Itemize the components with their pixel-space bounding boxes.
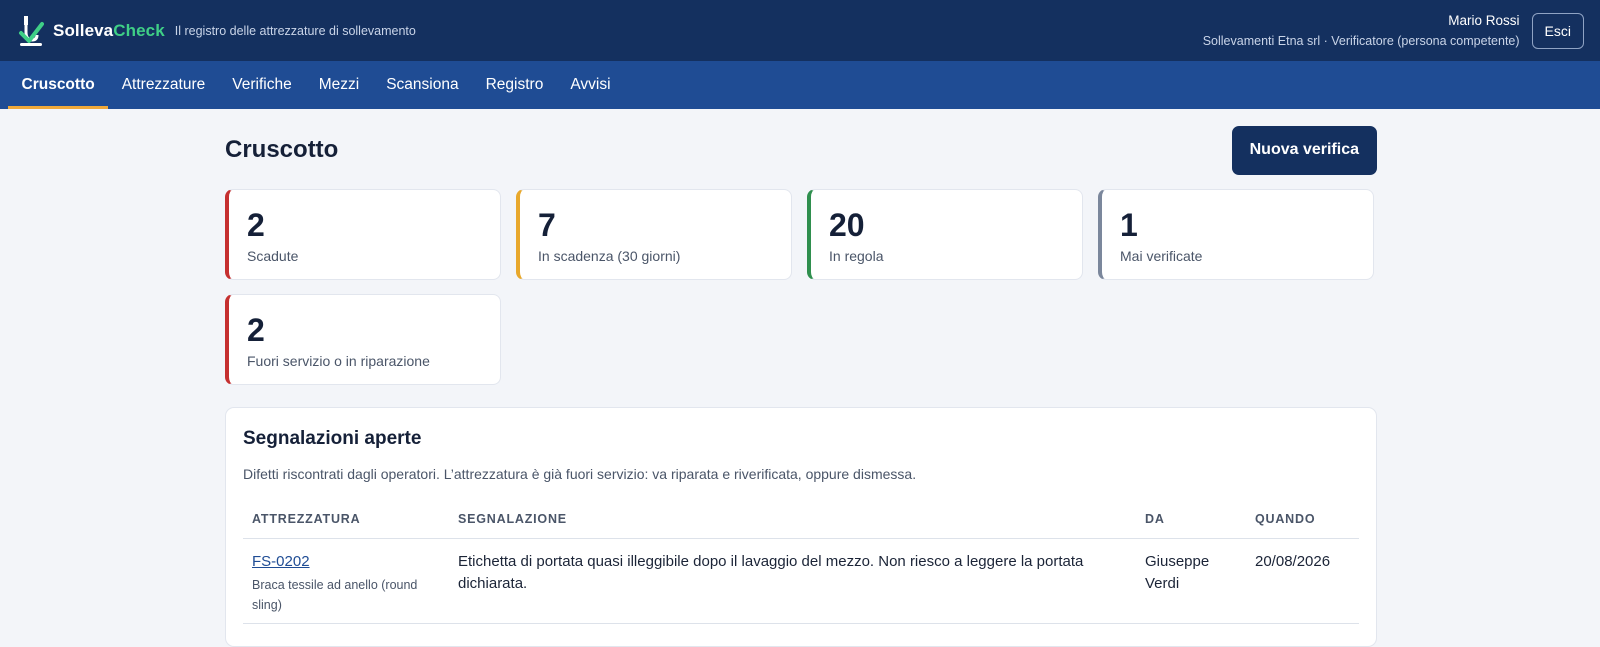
stat-card-out-of-service[interactable]: 2 Fuori servizio o in riparazione xyxy=(225,294,501,385)
equipment-link[interactable]: FS-0202 xyxy=(252,553,310,570)
lifting-hook-check-icon xyxy=(19,15,44,46)
top-bar: SollevaCheck Il registro delle attrezzat… xyxy=(0,0,1600,61)
brand[interactable]: SollevaCheck Il registro delle attrezzat… xyxy=(18,15,416,46)
nav-item-cruscotto[interactable]: Cruscotto xyxy=(8,61,109,109)
page-header: Cruscotto Nuova verifica xyxy=(225,125,1377,175)
nav-item-verifiche[interactable]: Verifiche xyxy=(219,61,305,109)
stat-label: Scadute xyxy=(247,248,299,264)
stat-value: 20 xyxy=(829,207,865,243)
stat-label: Fuori servizio o in riparazione xyxy=(247,353,430,369)
equipment-name: Braca tessile ad anello (round sling) xyxy=(252,578,418,612)
stat-value: 7 xyxy=(538,207,556,243)
stat-value: 2 xyxy=(247,207,265,243)
user-organization: Sollevamenti Etna srl · Verificatore (pe… xyxy=(1202,33,1520,48)
equipment-cell: FS-0202 Braca tessile ad anello (round s… xyxy=(243,538,449,624)
stat-label: In scadenza (30 giorni) xyxy=(538,248,681,264)
stat-card-expiring[interactable]: 7 In scadenza (30 giorni) xyxy=(516,189,792,280)
new-verification-button[interactable]: Nuova verifica xyxy=(1231,125,1377,175)
reports-table: ATTREZZATURA SEGNALAZIONE DA QUANDO FS-0… xyxy=(243,504,1359,624)
report-text: Etichetta di portata quasi illeggibile d… xyxy=(449,538,1136,624)
table-row: FS-0202 Braca tessile ad anello (round s… xyxy=(243,538,1359,624)
logout-button[interactable]: Esci xyxy=(1531,12,1584,49)
stat-value: 1 xyxy=(1120,207,1138,243)
reported-when: 20/08/2026 xyxy=(1246,538,1359,624)
reported-by: Giuseppe Verdi xyxy=(1136,538,1246,624)
user-area: Mario Rossi Sollevamenti Etna srl · Veri… xyxy=(1203,11,1584,51)
panel-description: Difetti riscontrati dagli operatori. L’a… xyxy=(243,466,917,482)
user-info: Mario Rossi Sollevamenti Etna srl · Veri… xyxy=(1203,11,1520,51)
table-header-row: ATTREZZATURA SEGNALAZIONE DA QUANDO xyxy=(243,504,1359,539)
user-name: Mario Rossi xyxy=(1448,12,1520,28)
nav-item-scansiona[interactable]: Scansiona xyxy=(373,61,472,109)
stat-card-never-verified[interactable]: 1 Mai verificate xyxy=(1098,189,1374,280)
column-header[interactable]: DA xyxy=(1136,504,1246,539)
panel-title: Segnalazioni aperte xyxy=(243,428,422,449)
open-reports-panel: Segnalazioni aperte Difetti riscontrati … xyxy=(225,407,1377,647)
stat-value: 2 xyxy=(247,312,265,348)
nav-item-attrezzature[interactable]: Attrezzature xyxy=(108,61,219,109)
stat-card-overdue[interactable]: 2 Scadute xyxy=(225,189,501,280)
brand-name: SollevaCheck xyxy=(53,20,165,40)
column-header[interactable]: SEGNALAZIONE xyxy=(449,504,1136,539)
stat-card-compliant[interactable]: 20 In regola xyxy=(807,189,1083,280)
tagline: Il registro delle attrezzature di sollev… xyxy=(174,23,416,38)
main-nav: Cruscotto Attrezzature Verifiche Mezzi S… xyxy=(0,61,1600,109)
column-header[interactable]: QUANDO xyxy=(1246,504,1359,539)
nav-item-avvisi[interactable]: Avvisi xyxy=(557,61,624,109)
nav-item-registro[interactable]: Registro xyxy=(472,61,557,109)
column-header[interactable]: ATTREZZATURA xyxy=(243,504,449,539)
nav-item-mezzi[interactable]: Mezzi xyxy=(305,61,372,109)
stat-label: Mai verificate xyxy=(1120,248,1203,264)
page-title: Cruscotto xyxy=(225,136,339,163)
stat-label: In regola xyxy=(829,248,884,264)
stats-grid: 2 Scadute 7 In scadenza (30 giorni) 20 I… xyxy=(225,189,1377,385)
main-content: Cruscotto Nuova verifica 2 Scadute 7 In … xyxy=(225,125,1377,647)
